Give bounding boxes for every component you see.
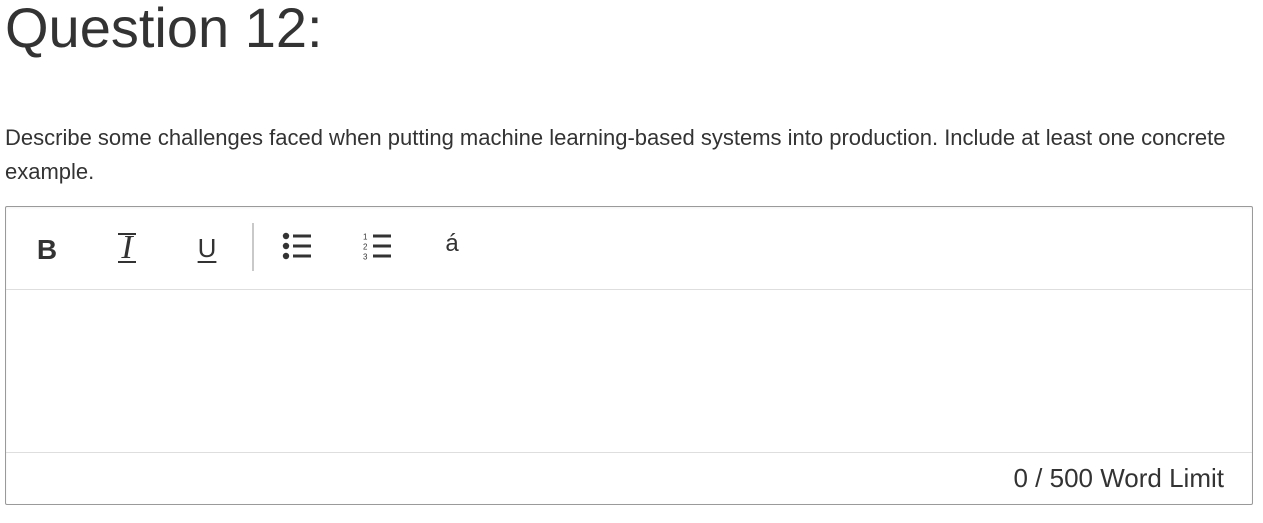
bold-button[interactable]: B [20,223,74,277]
svg-text:1: 1 [363,233,368,242]
question-prompt: Describe some challenges faced when putt… [5,125,1226,184]
word-count-current: 0 [1013,463,1028,493]
bulleted-list-button[interactable] [270,219,324,273]
italic-button[interactable]: I [100,221,154,275]
bulleted-list-icon [282,232,311,260]
answer-text-area[interactable] [6,290,1252,453]
numbered-list-button[interactable]: 1 2 3 [351,219,405,273]
numbered-list-icon: 1 2 3 [363,233,391,262]
underline-button[interactable]: U [180,221,234,275]
special-characters-button[interactable]: á [425,217,479,271]
svg-text:2: 2 [363,243,368,252]
italic-icon: I [118,231,136,265]
accent-character-icon: á [445,230,459,257]
question-title: Question 12: [5,0,323,59]
word-count-separator: / [1027,463,1050,493]
editor-footer: 0 / 500 Word Limit [6,453,1252,504]
word-limit-label: 500 Word Limit [1049,463,1224,493]
svg-text:3: 3 [363,253,368,262]
toolbar-divider [252,223,254,271]
editor-toolbar: B I U 1 2 3 á [6,207,1252,290]
bold-icon: B [36,234,58,265]
word-count: 0 / 500 Word Limit [1013,463,1224,493]
rich-text-editor: B I U 1 2 3 á 0 / 500 Word Limit [5,206,1253,505]
underline-icon: U [197,232,217,263]
